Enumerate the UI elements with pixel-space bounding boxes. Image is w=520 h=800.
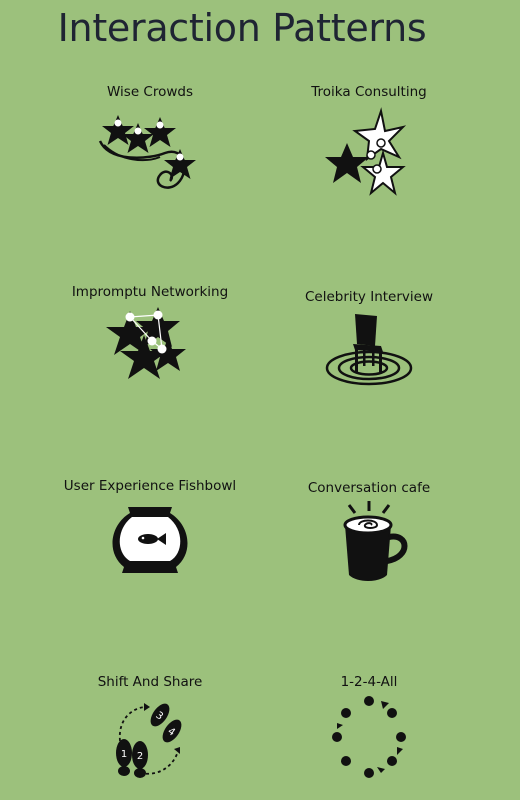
wise-crowds-icon bbox=[98, 115, 196, 189]
pattern-conversation-cafe: Conversation cafe bbox=[269, 479, 469, 587]
pattern-troika-consulting: Troika Consulting bbox=[269, 83, 469, 196]
pattern-1-2-4-all: 1-2-4-All bbox=[269, 673, 469, 781]
pattern-impromptu-networking: Impromptu Networking bbox=[50, 283, 250, 381]
fishbowl-icon bbox=[112, 507, 188, 573]
pattern-label: 1-2-4-All bbox=[340, 674, 398, 690]
pattern-label: Celebrity Interview bbox=[304, 289, 433, 305]
pattern-label: Troika Consulting bbox=[311, 84, 427, 100]
footprint-number: 1 bbox=[121, 749, 127, 760]
impromptu-networking-icon bbox=[106, 307, 186, 379]
pattern-label: Impromptu Networking bbox=[71, 284, 229, 300]
footprint-number: 2 bbox=[137, 751, 143, 762]
pattern-user-experience-fishbowl: User Experience Fishbowl bbox=[50, 477, 250, 580]
pattern-shift-and-share: Shift And Share 1 2 3 4 bbox=[50, 673, 250, 781]
celebrity-interview-icon bbox=[325, 314, 413, 386]
coffee-cup-icon bbox=[343, 501, 408, 581]
pattern-label: User Experience Fishbowl bbox=[63, 478, 237, 494]
footprints-icon: 1 2 3 4 bbox=[116, 703, 182, 778]
pattern-label: Wise Crowds bbox=[106, 84, 194, 100]
dots-circle-icon bbox=[332, 696, 406, 778]
pattern-label: Shift And Share bbox=[97, 674, 203, 690]
page-title: Interaction Patterns bbox=[57, 6, 427, 50]
pattern-wise-crowds: Wise Crowds bbox=[50, 83, 250, 196]
troika-consulting-icon bbox=[325, 107, 407, 196]
pattern-celebrity-interview: Celebrity Interview bbox=[269, 288, 469, 391]
pattern-label: Conversation cafe bbox=[307, 480, 431, 496]
